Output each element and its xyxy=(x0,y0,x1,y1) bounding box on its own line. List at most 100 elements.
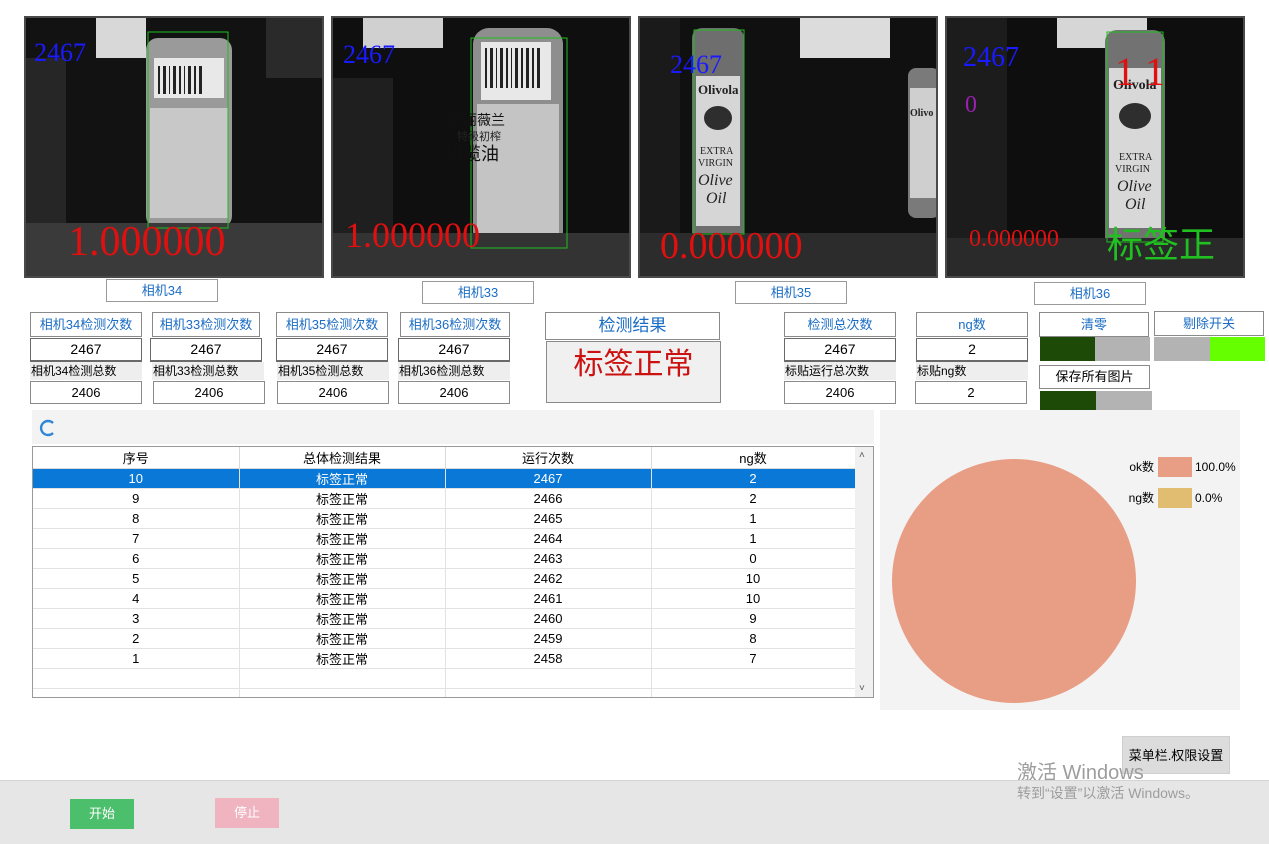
camera-label-36: 相机36 xyxy=(1034,282,1146,305)
cell-index: 7 xyxy=(33,528,240,549)
camera-score-overlay: 1.000000 xyxy=(345,215,480,255)
cell-run-count: 2465 xyxy=(445,508,652,529)
camera33-total-label: 相机33检测总数 xyxy=(152,362,264,380)
bottle-virgin-text: VIRGIN xyxy=(1115,164,1150,175)
bottle-extra-text: EXTRA xyxy=(700,146,734,157)
bottle-brand-text: Olivola xyxy=(698,82,739,97)
run-total-value: 2406 xyxy=(784,381,896,404)
run-total-label: 标贴运行总次数 xyxy=(784,362,896,380)
bottle-extra-text: EXTRA xyxy=(1119,152,1153,163)
camera-view-36: Olivola EXTRA VIRGIN Olive Oil 2467 1 1 … xyxy=(945,16,1245,278)
table-row-empty xyxy=(33,668,856,689)
camera-label-34: 相机34 xyxy=(106,279,218,302)
bottle-virgin-text: VIRGIN xyxy=(698,158,733,169)
table-row[interactable]: 9 标签正常 2466 2 xyxy=(33,488,856,509)
camera35-total-value: 2406 xyxy=(277,381,389,404)
pie-slice-0 xyxy=(892,459,1136,703)
scroll-up-icon[interactable]: ˄ xyxy=(859,450,865,461)
cell-result: 标签正常 xyxy=(239,528,446,549)
bottle-brand-text-2: Olivo xyxy=(910,108,934,119)
clear-toggle[interactable] xyxy=(1040,337,1150,361)
refresh-icon[interactable] xyxy=(38,418,58,438)
bottle-oil-text: Oil xyxy=(706,190,727,207)
results-table[interactable]: 序号 总体检测结果 运行次数 ng数 10 标签正常 2467 2 9 标签正常… xyxy=(32,446,874,698)
bottle-oil-text: Oil xyxy=(1125,196,1146,213)
result-title: 检测结果 xyxy=(545,312,720,340)
table-row[interactable]: 4 标签正常 2461 10 xyxy=(33,588,856,609)
cell-index: 10 xyxy=(33,468,240,489)
cell-run-count: 2458 xyxy=(445,648,652,669)
cell-run-count: 2466 xyxy=(445,488,652,509)
ok-ng-chart-panel: ok数 100.0% ng数 0.0% xyxy=(880,410,1240,710)
toggle-on-segment xyxy=(1210,337,1265,361)
table-row[interactable]: 7 标签正常 2464 1 xyxy=(33,528,856,549)
table-row[interactable]: 8 标签正常 2465 1 xyxy=(33,508,856,529)
camera33-count-title[interactable]: 相机33检测次数 xyxy=(152,312,260,337)
table-row[interactable]: 10 标签正常 2467 2 xyxy=(33,468,856,489)
save-all-images-button[interactable]: 保存所有图片 xyxy=(1039,365,1150,389)
ng-count-value: 2 xyxy=(916,338,1028,362)
camera35-count-value: 2467 xyxy=(276,338,388,362)
cell-index: 1 xyxy=(33,648,240,669)
cell-result: 标签正常 xyxy=(239,608,446,629)
detect-total-value: 2467 xyxy=(784,338,896,362)
camera34-count-value: 2467 xyxy=(30,338,142,362)
cell-ng-count: 2 xyxy=(651,468,856,489)
camera36-count-title[interactable]: 相机36检测次数 xyxy=(400,312,510,337)
camera35-count-title[interactable]: 相机35检测次数 xyxy=(276,312,388,337)
ok-ng-pie-chart: ok数 100.0% ng数 0.0% xyxy=(892,457,1236,703)
table-row[interactable]: 3 标签正常 2460 9 xyxy=(33,608,856,629)
results-grid: 序号 总体检测结果 运行次数 ng数 10 标签正常 2467 2 9 标签正常… xyxy=(33,447,856,697)
cell-index: 3 xyxy=(33,608,240,629)
table-row[interactable]: 1 标签正常 2458 7 xyxy=(33,648,856,669)
camera-count-overlay: 2467 xyxy=(670,50,722,79)
cell-result: 标签正常 xyxy=(239,568,446,589)
camera-purple-overlay: 0 xyxy=(965,92,977,118)
reject-toggle[interactable] xyxy=(1154,337,1265,361)
camera-view-33: 欧丽薇兰 特级初榨 橄榄油 2467 1.000000 xyxy=(331,16,631,278)
cell-result: 标签正常 xyxy=(239,548,446,569)
cell-index: 9 xyxy=(33,488,240,509)
table-row[interactable]: 2 标签正常 2459 8 xyxy=(33,628,856,649)
cell-run-count: 2460 xyxy=(445,608,652,629)
cell-ng-count: 1 xyxy=(651,508,856,529)
table-vertical-scrollbar[interactable]: ˄ ˅ xyxy=(855,447,873,697)
cell-ng-count: 7 xyxy=(651,648,856,669)
start-button[interactable]: 开始 xyxy=(70,799,134,829)
camera-score-overlay: 1.000000 xyxy=(68,219,226,265)
legend-swatch-1 xyxy=(1158,488,1192,508)
ng-count-title[interactable]: ng数 xyxy=(916,312,1028,337)
col-header-run-count[interactable]: 运行次数 xyxy=(445,447,652,469)
camera-count-overlay: 2467 xyxy=(963,42,1019,73)
camera-red-count-overlay: 1 1 xyxy=(1115,49,1165,94)
legend-swatch-0 xyxy=(1158,457,1192,477)
scroll-down-icon[interactable]: ˅ xyxy=(859,683,865,694)
stop-button[interactable]: 停止 xyxy=(215,798,279,828)
clear-button[interactable]: 清零 xyxy=(1039,312,1149,337)
cell-run-count: 2462 xyxy=(445,568,652,589)
activate-windows-hint: 转到“设置”以激活 Windows。 xyxy=(1017,785,1200,801)
table-row[interactable]: 6 标签正常 2463 0 xyxy=(33,548,856,569)
table-header-row: 序号 总体检测结果 运行次数 ng数 xyxy=(33,447,856,469)
camera34-count-title[interactable]: 相机34检测次数 xyxy=(30,312,142,337)
detect-total-title[interactable]: 检测总次数 xyxy=(784,312,896,337)
col-header-result[interactable]: 总体检测结果 xyxy=(239,447,446,469)
table-row-empty xyxy=(33,688,856,697)
cell-index: 4 xyxy=(33,588,240,609)
camera-score-overlay: 0.000000 xyxy=(969,226,1059,252)
camera-label-33: 相机33 xyxy=(422,281,534,304)
camera-view-35: Olivola Olivo EXTRA VIRGIN Olive Oil 246… xyxy=(638,16,938,278)
col-header-ng-count[interactable]: ng数 xyxy=(651,447,856,469)
reject-switch-button[interactable]: 剔除开关 xyxy=(1154,311,1264,336)
col-header-index[interactable]: 序号 xyxy=(33,447,240,469)
bottle-label-text: 欧丽薇兰 xyxy=(449,113,505,129)
toggle-off-segment xyxy=(1095,337,1150,361)
bottle-olive-text: Olive xyxy=(698,172,733,189)
cell-run-count: 2459 xyxy=(445,628,652,649)
legend-label-1: ng数 xyxy=(1129,490,1154,505)
camera33-total-value: 2406 xyxy=(153,381,265,404)
cell-ng-count: 0 xyxy=(651,548,856,569)
camera-view-34: 2467 1.000000 xyxy=(24,16,324,278)
cell-result: 标签正常 xyxy=(239,468,446,489)
table-row[interactable]: 5 标签正常 2462 10 xyxy=(33,568,856,589)
